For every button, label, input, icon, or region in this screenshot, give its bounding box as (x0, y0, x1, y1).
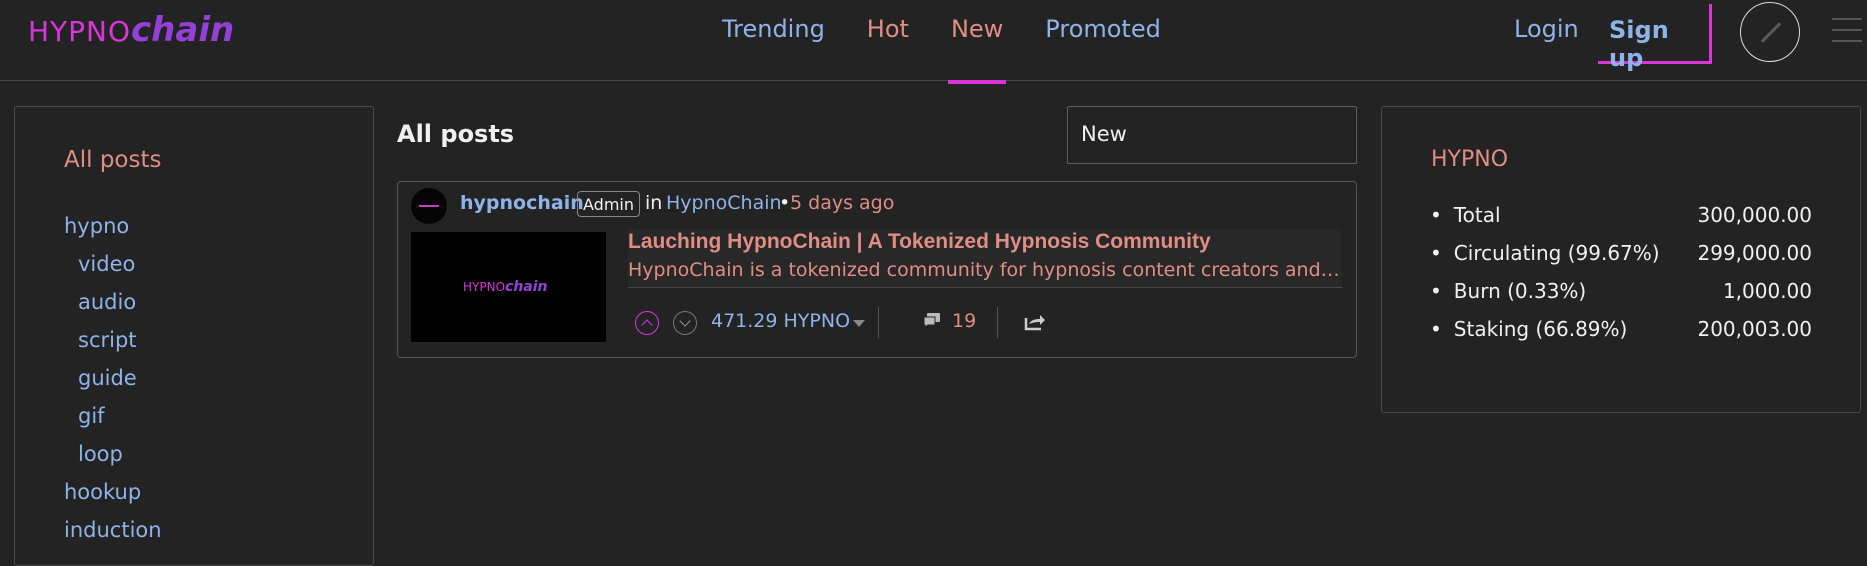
tag-video[interactable]: video (64, 251, 162, 289)
tag-guide[interactable]: guide (64, 365, 162, 403)
post-payout[interactable]: 471.29 HYPNO (711, 310, 850, 332)
thumbnail-logo-hypno: HYPNO (463, 280, 506, 294)
share-icon[interactable] (1024, 313, 1046, 331)
tag-induction[interactable]: induction (64, 517, 162, 555)
stat-label: Staking (66.89%) (1430, 317, 1628, 355)
feed-title: All posts (397, 120, 515, 148)
tag-loop[interactable]: loop (64, 441, 162, 479)
nav-tab-promoted[interactable]: Promoted (1045, 15, 1161, 81)
tag-gif[interactable]: gif (64, 403, 162, 441)
thumbnail-logo-chain: chain (505, 279, 548, 295)
action-divider (878, 307, 879, 338)
tag-audio[interactable]: audio (64, 289, 162, 327)
post-timestamp[interactable]: 5 days ago (790, 192, 894, 214)
comments-icon[interactable] (923, 312, 941, 328)
tag-list: hypno video audio script guide gif loop … (64, 213, 162, 555)
nav-tab-new[interactable]: New (947, 15, 1007, 84)
post-author[interactable]: hypnochain (460, 192, 584, 214)
logo-text-hypno: HYPNO (28, 15, 132, 48)
stat-value: 1,000.00 (1722, 279, 1812, 303)
stat-row-circulating: Circulating (99.67%) 299,000.00 (1430, 241, 1812, 279)
logo-text-chain: chain (131, 10, 235, 50)
token-title: HYPNO (1431, 147, 1509, 172)
thumbnail-logo: HYPNO chain (463, 279, 548, 295)
payout-dropdown-caret-icon[interactable] (853, 320, 865, 327)
downvote-icon[interactable] (673, 311, 697, 335)
tag-script[interactable]: script (64, 327, 162, 365)
tag-sidebar: All posts hypno video audio script guide… (14, 106, 374, 566)
author-avatar[interactable] (411, 188, 447, 224)
login-link[interactable]: Login (1514, 15, 1579, 43)
stat-label: Total (1430, 203, 1501, 241)
sidebar-heading-all-posts[interactable]: All posts (64, 147, 161, 173)
site-logo[interactable]: HYPNO chain (28, 10, 234, 50)
stat-value: 299,000.00 (1697, 241, 1812, 265)
stat-value: 200,003.00 (1697, 317, 1812, 341)
write-post-pen-icon[interactable] (1740, 2, 1800, 62)
post-card: hypnochain Admin in HypnoChain • 5 days … (397, 181, 1357, 358)
signup-button[interactable]: Sign up (1598, 4, 1712, 72)
stat-row-staking: Staking (66.89%) 200,003.00 (1430, 317, 1812, 355)
token-stats-list: Total 300,000.00 Circulating (99.67%) 29… (1430, 203, 1812, 355)
post-body[interactable]: Lauching HypnoChain | A Tokenized Hypnos… (628, 229, 1342, 288)
admin-badge: Admin (577, 191, 640, 217)
meta-separator-dot: • (779, 192, 791, 214)
comment-count[interactable]: 19 (952, 310, 976, 332)
stat-label: Burn (0.33%) (1430, 279, 1586, 317)
top-header: HYPNO chain Trending Hot New Promoted Lo… (0, 0, 1867, 84)
stat-value: 300,000.00 (1697, 203, 1812, 227)
main-nav: Trending Hot New Promoted (722, 15, 1203, 84)
nav-tab-trending[interactable]: Trending (722, 15, 825, 81)
action-divider (997, 307, 998, 338)
stat-row-total: Total 300,000.00 (1430, 203, 1812, 241)
stat-label: Circulating (99.67%) (1430, 241, 1660, 279)
tag-hypno[interactable]: hypno (64, 213, 162, 251)
upvote-icon[interactable] (635, 311, 659, 335)
sort-dropdown[interactable]: New (1067, 106, 1357, 164)
nav-tab-hot[interactable]: Hot (867, 15, 909, 81)
tag-hookup[interactable]: hookup (64, 479, 162, 517)
hamburger-menu-icon[interactable] (1832, 18, 1862, 51)
post-in-label: in (645, 192, 663, 214)
stat-row-burn: Burn (0.33%) 1,000.00 (1430, 279, 1812, 317)
token-stats-card: HYPNO Total 300,000.00 Circulating (99.6… (1381, 106, 1861, 413)
post-title[interactable]: Lauching HypnoChain | A Tokenized Hypnos… (628, 230, 1211, 254)
post-thumbnail[interactable]: HYPNO chain (411, 232, 606, 342)
post-summary[interactable]: HypnoChain is a tokenized community for … (628, 259, 1342, 281)
post-community-link[interactable]: HypnoChain (666, 192, 782, 214)
